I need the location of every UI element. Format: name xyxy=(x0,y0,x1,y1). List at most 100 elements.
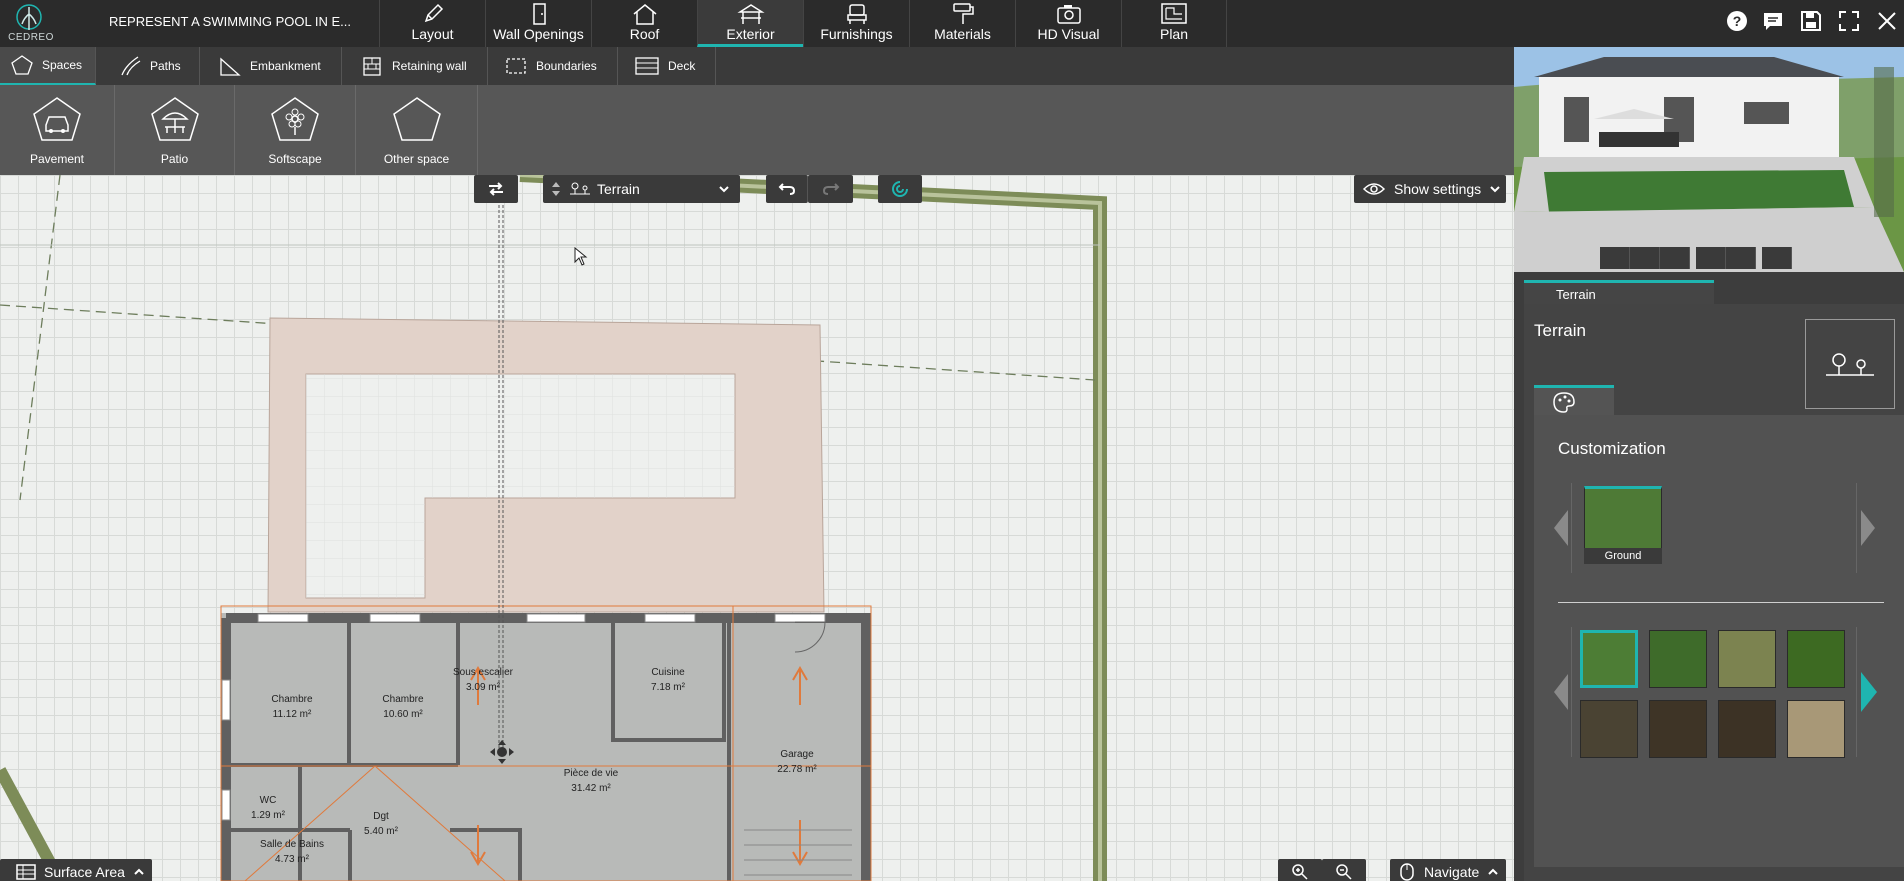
table-icon xyxy=(16,864,36,880)
terrain-thumbnail xyxy=(1805,319,1895,409)
other-space-button[interactable]: Other space xyxy=(356,85,478,175)
plan-icon xyxy=(1122,0,1226,26)
terrain-title: Terrain xyxy=(1534,321,1586,340)
close-button[interactable] xyxy=(1876,10,1898,34)
tab-wall-openings[interactable]: Wall Openings xyxy=(485,0,591,47)
fullscreen-button[interactable] xyxy=(1838,10,1860,34)
tab-layout[interactable]: Layout xyxy=(379,0,485,47)
preview-toolbar xyxy=(1600,247,1792,269)
zoom-in-button[interactable] xyxy=(1278,859,1322,881)
undo-button[interactable] xyxy=(766,175,808,203)
subtab-embankment[interactable]: Embankment xyxy=(200,47,342,85)
palette-icon xyxy=(1553,392,1575,413)
mouse-icon xyxy=(1400,863,1414,881)
subtab-retaining-wall-label: Retaining wall xyxy=(392,59,467,73)
embankment-icon xyxy=(220,57,241,76)
save-button[interactable] xyxy=(1800,10,1822,34)
subtab-boundaries[interactable]: Boundaries xyxy=(488,47,618,85)
tab-materials-label: Materials xyxy=(934,26,991,42)
tab-furnishings[interactable]: Furnishings xyxy=(803,0,909,47)
tab-materials[interactable]: Materials xyxy=(909,0,1015,47)
chevron-up-icon xyxy=(134,868,144,875)
preview-zoom-in-button[interactable] xyxy=(1696,247,1726,269)
redo-button[interactable] xyxy=(808,175,853,203)
tab-customization[interactable] xyxy=(1534,385,1614,415)
avatar-view-button[interactable] xyxy=(1600,247,1630,269)
logo-text: CEDREO xyxy=(8,32,54,43)
material-swatch[interactable] xyxy=(1580,700,1638,758)
3d-house-render xyxy=(1514,47,1904,272)
level-select[interactable]: Terrain xyxy=(543,175,740,203)
tab-exterior[interactable]: Exterior xyxy=(697,0,803,47)
preview-mouse-button[interactable] xyxy=(1762,247,1792,269)
3d-preview[interactable] xyxy=(1514,47,1904,272)
swatches-prev-arrow[interactable] xyxy=(1550,627,1572,757)
surface-area-toggle[interactable]: Surface Area xyxy=(0,859,152,881)
material-swatch[interactable] xyxy=(1787,700,1845,758)
selected-material-label: Ground xyxy=(1584,548,1662,564)
material-prev-arrow[interactable] xyxy=(1550,483,1572,573)
material-swatch[interactable] xyxy=(1649,630,1707,688)
mouse-cursor-icon xyxy=(574,247,588,266)
tab-roof-label: Roof xyxy=(629,26,660,42)
chevron-left-icon xyxy=(1554,510,1568,546)
plan-canvas[interactable]: Chambre 11.12 m² Chambre 10.60 m² Sous esc… xyxy=(0,175,1514,881)
flower-pentagon-icon xyxy=(271,97,319,141)
softscape-button[interactable]: Softscape xyxy=(235,85,356,175)
swatches-next-arrow[interactable] xyxy=(1856,627,1878,757)
comments-button[interactable] xyxy=(1762,10,1784,34)
redo-icon xyxy=(822,183,839,195)
subtab-paths[interactable]: Paths xyxy=(96,47,200,85)
patio-button[interactable]: Patio xyxy=(115,85,235,175)
other-space-label: Other space xyxy=(383,152,450,166)
subtab-boundaries-label: Boundaries xyxy=(536,59,597,73)
magnet-button[interactable] xyxy=(878,175,922,203)
material-swatch[interactable] xyxy=(1718,700,1776,758)
show-settings-label: Show settings xyxy=(1394,181,1482,197)
zoom-out-button[interactable] xyxy=(1322,859,1366,881)
pencil-icon xyxy=(380,0,485,26)
cedreo-logo[interactable]: CEDREO xyxy=(4,2,54,44)
pavement-label: Pavement xyxy=(29,152,85,166)
project-title[interactable]: REPRESENT A SWIMMING POOL IN E... xyxy=(109,14,351,29)
tab-hd-visual[interactable]: HD Visual xyxy=(1015,0,1121,47)
room-label: Sous escalier 3.09 m² xyxy=(452,667,514,693)
spaces-toolbar: Pavement Patio Softscape Other space xyxy=(0,85,1514,175)
preview-zoom-out-button[interactable] xyxy=(1726,247,1756,269)
terrain-tab[interactable]: Terrain xyxy=(1524,280,1714,304)
subtab-deck[interactable]: Deck xyxy=(618,47,716,85)
roof-icon xyxy=(592,0,697,26)
top-bar: CEDREO REPRESENT A SWIMMING POOL IN E...… xyxy=(0,0,1904,47)
paint-roller-icon xyxy=(910,0,1015,26)
terrain-icon xyxy=(570,182,590,195)
help-button[interactable]: ? xyxy=(1726,10,1748,34)
subtab-spaces[interactable]: Spaces xyxy=(0,47,96,85)
material-next-arrow[interactable] xyxy=(1856,483,1878,573)
save-icon xyxy=(1801,11,1821,31)
car-pentagon-icon xyxy=(33,97,81,141)
right-panel: Terrain Terrain Customization Ground xyxy=(1514,47,1904,881)
swap-button[interactable] xyxy=(474,175,518,203)
material-swatch[interactable] xyxy=(1787,630,1845,688)
material-swatch[interactable] xyxy=(1718,630,1776,688)
gazebo-icon xyxy=(698,0,803,26)
show-settings-button[interactable]: Show settings xyxy=(1354,175,1506,203)
pavement-button[interactable]: Pavement xyxy=(0,85,115,175)
orbit-view-button[interactable] xyxy=(1630,247,1660,269)
chevron-right-icon xyxy=(1861,510,1875,546)
eye-icon xyxy=(1362,183,1386,195)
tab-roof[interactable]: Roof xyxy=(591,0,697,47)
subtab-retaining-wall[interactable]: Retaining wall xyxy=(342,47,488,85)
material-swatch[interactable] xyxy=(1580,630,1638,688)
level-stepper-icon xyxy=(552,182,560,196)
chevron-left-icon xyxy=(1554,674,1568,710)
subtab-spaces-label: Spaces xyxy=(42,58,83,72)
tab-wall-openings-label: Wall Openings xyxy=(493,26,584,42)
tab-hd-visual-label: HD Visual xyxy=(1037,26,1100,42)
material-swatch[interactable] xyxy=(1649,700,1707,758)
navigate-toggle[interactable]: Navigate xyxy=(1390,859,1506,881)
plan-view-button[interactable] xyxy=(1660,247,1690,269)
room-label: Pièce de vie 31.42 m² xyxy=(563,768,619,794)
tab-plan[interactable]: Plan xyxy=(1121,0,1227,47)
close-icon xyxy=(1878,12,1896,30)
